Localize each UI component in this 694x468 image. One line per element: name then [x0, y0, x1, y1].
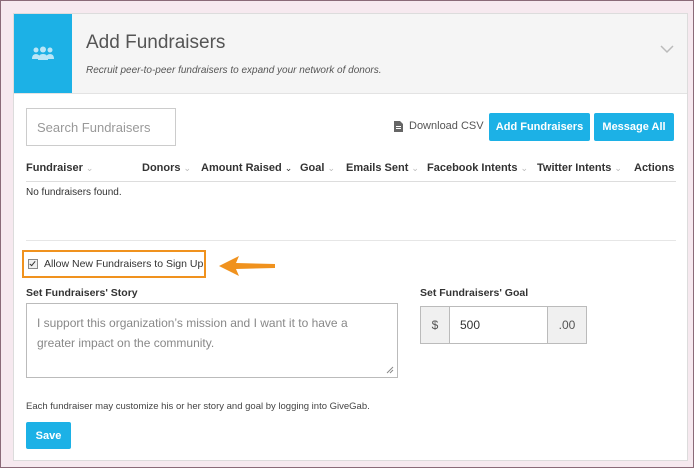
goal-input-group: $ 500 .00	[420, 306, 587, 344]
story-textarea[interactable]: I support this organization’s mission an…	[26, 303, 398, 378]
save-button[interactable]: Save	[26, 422, 71, 449]
arrow-left-icon	[219, 256, 275, 276]
message-all-button[interactable]: Message All	[594, 113, 674, 141]
column-amount-raised[interactable]: Amount Raised ⌄	[201, 162, 292, 174]
column-goal[interactable]: Goal ⌄	[300, 162, 335, 174]
allow-signup-checkbox[interactable]	[28, 259, 38, 269]
page-title: Add Fundraisers	[86, 32, 226, 53]
add-fundraisers-button[interactable]: Add Fundraisers	[489, 113, 590, 141]
story-label: Set Fundraisers' Story	[26, 287, 138, 299]
search-input[interactable]	[26, 108, 176, 146]
column-donors[interactable]: Donors ⌄	[142, 162, 191, 174]
fundraisers-tile	[14, 14, 72, 93]
goal-label: Set Fundraisers' Goal	[420, 287, 529, 299]
column-actions: Actions	[634, 162, 675, 174]
cents-suffix: .00	[547, 307, 586, 343]
chevron-down-icon[interactable]	[660, 45, 674, 54]
column-emails-sent[interactable]: Emails Sent ⌄	[346, 162, 419, 174]
fundraisers-card: Add Fundraisers Recruit peer-to-peer fun…	[13, 13, 688, 461]
section-divider	[26, 240, 676, 241]
download-csv-label: Download CSV	[409, 120, 484, 132]
card-header[interactable]: Add Fundraisers Recruit peer-to-peer fun…	[14, 14, 687, 94]
allow-signup-label: Allow New Fundraisers to Sign Up	[44, 258, 204, 270]
resize-grip-icon[interactable]	[386, 366, 394, 374]
goal-input[interactable]: 500	[450, 307, 547, 343]
allow-signup-option[interactable]: Allow New Fundraisers to Sign Up	[22, 250, 206, 278]
download-csv-link[interactable]: Download CSV	[394, 120, 484, 132]
story-text: I support this organization’s mission an…	[37, 316, 348, 350]
document-icon	[394, 120, 403, 132]
empty-message: No fundraisers found.	[26, 187, 122, 198]
column-facebook-intents[interactable]: Facebook Intents ⌄	[427, 162, 528, 174]
help-note: Each fundraiser may customize his or her…	[26, 401, 370, 412]
column-twitter-intents[interactable]: Twitter Intents ⌄	[537, 162, 622, 174]
currency-prefix: $	[421, 307, 450, 343]
header-divider	[26, 181, 676, 182]
column-fundraiser[interactable]: Fundraiser ⌄	[26, 162, 93, 174]
page-subtitle: Recruit peer-to-peer fundraisers to expa…	[86, 65, 382, 76]
group-icon	[32, 46, 54, 60]
table-header: Fundraiser ⌄ Donors ⌄ Amount Raised ⌄ Goal ⌄…	[26, 160, 676, 180]
